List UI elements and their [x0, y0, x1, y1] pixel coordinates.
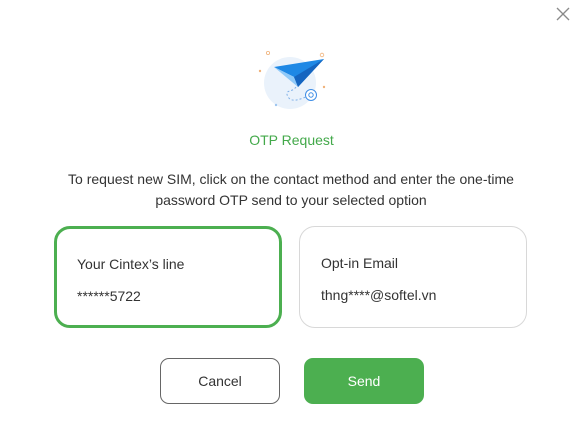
option-email-value: thng****@softel.vn [321, 287, 437, 303]
cancel-button[interactable]: Cancel [160, 358, 280, 404]
close-button[interactable] [553, 4, 573, 24]
option-phone-label: Your Cintex’s line [77, 256, 185, 272]
otp-request-dialog: OTP Request To request new SIM, click on… [0, 0, 583, 446]
close-icon [556, 7, 570, 21]
option-phone-line[interactable]: Your Cintex’s line ******5722 [54, 226, 282, 328]
send-button[interactable]: Send [304, 358, 424, 404]
option-email-label: Opt-in Email [321, 255, 399, 271]
dialog-description: To request new SIM, click on the contact… [68, 171, 514, 208]
dialog-title: OTP Request [249, 132, 334, 148]
paper-plane-icon [258, 51, 326, 109]
option-phone-value: ******5722 [77, 288, 141, 304]
option-email[interactable]: Opt-in Email thng****@softel.vn [299, 226, 527, 328]
